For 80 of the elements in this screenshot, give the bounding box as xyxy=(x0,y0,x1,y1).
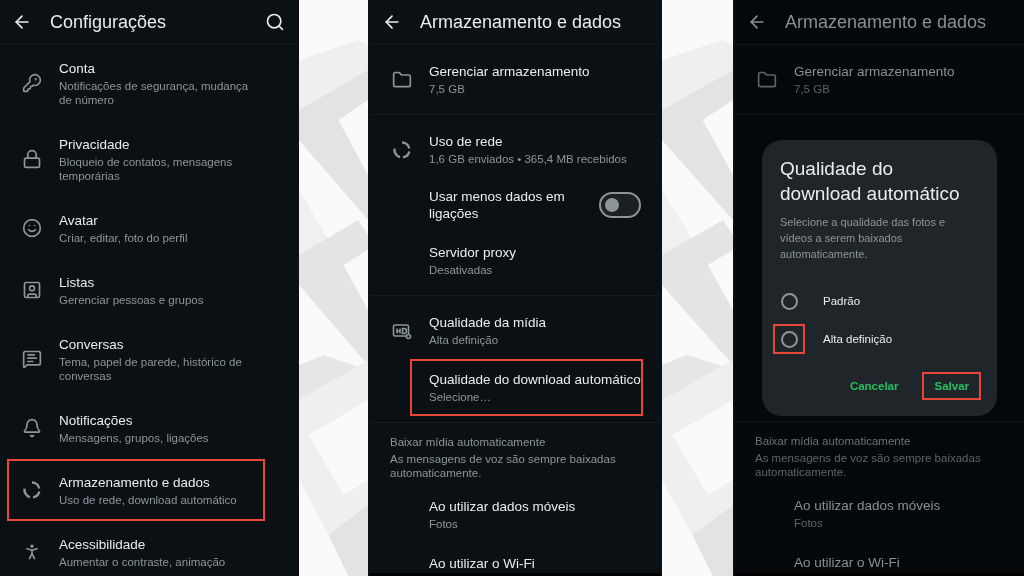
option-label: Padrão xyxy=(823,295,861,307)
key-icon xyxy=(22,73,42,93)
section-title: Baixar mídia automaticamente xyxy=(755,434,912,449)
dialog-button[interactable]: Cancelar xyxy=(837,372,911,400)
settings-item[interactable]: Notificações Mensagens, grupos, ligações xyxy=(7,397,265,459)
setting-title: Ao utilizar o Wi-Fi xyxy=(794,554,901,571)
setting-subtitle: Alta definição xyxy=(429,333,500,347)
setting-title: Qualidade da mídia xyxy=(429,314,548,331)
settings-item[interactable]: Avatar Criar, editar, foto do perfil xyxy=(7,197,265,259)
settings-item[interactable]: Servidor proxy Desativadas xyxy=(410,232,643,289)
face-icon xyxy=(22,218,42,238)
setting-title: Listas xyxy=(59,273,96,291)
settings-item[interactable]: Ao utilizar dados móveis Fotos xyxy=(775,485,1007,542)
settings-item[interactable]: Ao utilizar dados móveis Fotos xyxy=(410,486,643,543)
lock-icon xyxy=(22,149,42,169)
settings-item[interactable]: Armazenamento e dados Uso de rede, download automático xyxy=(7,459,265,521)
settings-item[interactable]: Ao utilizar o Wi-Fi xyxy=(410,543,643,576)
radio-button[interactable] xyxy=(780,292,798,310)
ring-icon xyxy=(392,139,412,160)
setting-subtitle: Criar, editar, foto do perfil xyxy=(59,230,189,245)
radio-button[interactable] xyxy=(780,330,798,348)
folder-icon xyxy=(757,69,777,90)
setting-title: Ao utilizar dados móveis xyxy=(429,498,577,515)
settings-item[interactable]: Gerenciar armazenamento 7,5 GB xyxy=(377,51,643,108)
setting-subtitle: Selecione… xyxy=(429,390,492,404)
setting-subtitle: Aumentar o contraste, animação xyxy=(59,554,227,569)
setting-subtitle: 7,5 GB xyxy=(429,82,466,96)
settings-item[interactable]: Qualidade da mídia Alta definição xyxy=(377,302,643,359)
setting-subtitle: Bloqueio de contatos, mensagens temporárias xyxy=(59,154,234,183)
setting-subtitle: Mensagens, grupos, ligações xyxy=(59,430,210,445)
bell-icon xyxy=(22,418,42,438)
settings-item[interactable]: Conversas Tema, papel de parede, histórico de conversas xyxy=(7,321,265,397)
section-description: As mensagens de voz são sempre baixadas automaticamente. xyxy=(390,452,617,480)
setting-title: Conta xyxy=(59,59,97,77)
toggle-switch[interactable] xyxy=(599,192,641,218)
setting-title: Uso de rede xyxy=(429,133,504,150)
ring-icon xyxy=(22,480,42,500)
setting-title: Privacidade xyxy=(59,135,131,153)
settings-item[interactable]: Uso de rede 1,6 GB enviados • 365,4 MB recebidos xyxy=(377,121,643,178)
setting-title: Avatar xyxy=(59,211,99,229)
setting-title: Usar menos dados em ligações xyxy=(429,188,566,222)
setting-title: Ao utilizar o Wi-Fi xyxy=(429,555,536,572)
contact-card-icon xyxy=(22,280,42,300)
option-label: Alta definição xyxy=(823,333,893,345)
setting-subtitle: Notificações de segurança, mudança de número xyxy=(59,78,250,107)
settings-item[interactable]: Gerenciar armazenamento 7,5 GB xyxy=(742,51,1007,108)
setting-subtitle: Fotos xyxy=(429,517,459,531)
screen-title: Configurações xyxy=(50,11,168,33)
setting-subtitle: Desativadas xyxy=(429,263,494,277)
dialog-title: Qualidade do download automático xyxy=(780,157,961,206)
settings-item[interactable]: Conta Notificações de segurança, mudança de número xyxy=(7,45,265,121)
section-description: As mensagens de voz são sempre baixadas automaticamente. xyxy=(755,451,982,479)
chat-icon xyxy=(22,349,42,369)
setting-title: Conversas xyxy=(59,335,125,353)
setting-subtitle: 7,5 GB xyxy=(794,82,831,96)
setting-subtitle: Fotos xyxy=(794,516,824,530)
screen-title: Armazenamento e dados xyxy=(420,11,623,33)
settings-item[interactable]: Listas Gerenciar pessoas e grupos xyxy=(7,259,265,321)
setting-title: Armazenamento e dados xyxy=(59,473,211,491)
screen-title: Armazenamento e dados xyxy=(785,11,988,33)
settings-item[interactable]: Ao utilizar o Wi-Fi xyxy=(775,542,1007,576)
settings-item[interactable]: Privacidade Bloqueio de contatos, mensagens temporárias xyxy=(7,121,265,197)
setting-title: Notificações xyxy=(59,411,134,429)
setting-title: Gerenciar armazenamento xyxy=(429,63,591,80)
settings-item[interactable]: Acessibilidade Aumentar o contraste, animação xyxy=(7,521,265,576)
search-icon[interactable] xyxy=(265,12,285,32)
setting-subtitle: Gerenciar pessoas e grupos xyxy=(59,292,205,307)
dialog-button[interactable]: Salvar xyxy=(922,372,981,400)
settings-item[interactable]: Qualidade do download automático Selecione… xyxy=(410,359,643,416)
section-title: Baixar mídia automaticamente xyxy=(390,435,547,450)
setting-subtitle: Uso de rede, download automático xyxy=(59,492,238,507)
folder-icon xyxy=(392,69,412,90)
setting-title: Servidor proxy xyxy=(429,244,518,261)
setting-title: Gerenciar armazenamento xyxy=(794,63,956,80)
dialog-text: Selecione a qualidade das fotos e vídeos a serem baixados automaticamente. xyxy=(780,215,947,262)
setting-subtitle: Tema, papel de parede, histórico de conversas xyxy=(59,354,243,383)
setting-title: Qualidade do download automático xyxy=(429,371,641,388)
setting-title: Ao utilizar dados móveis xyxy=(794,497,942,514)
setting-subtitle: 1,6 GB enviados • 365,4 MB recebidos xyxy=(429,152,628,166)
setting-title: Acessibilidade xyxy=(59,535,147,553)
